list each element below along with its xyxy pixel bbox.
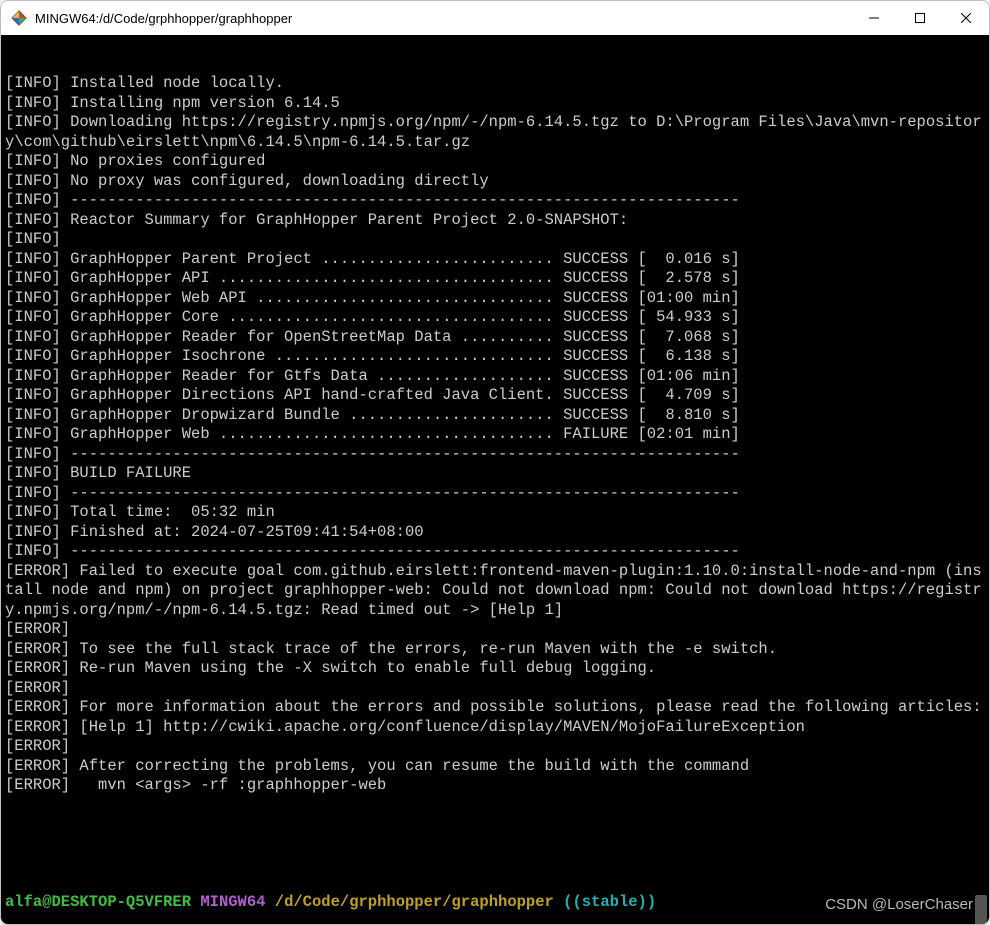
terminal-output: [INFO] Installed node locally.[INFO] Ins…	[5, 74, 985, 796]
log-line-error: [ERROR]	[5, 620, 985, 640]
log-line-info: [INFO] GraphHopper Web API .............…	[5, 289, 985, 309]
app-icon	[11, 10, 27, 26]
maximize-button[interactable]	[897, 1, 943, 35]
log-line-info: [INFO] GraphHopper Reader for Gtfs Data …	[5, 367, 985, 387]
blank-line	[5, 835, 14, 853]
log-line-info: [INFO] No proxy was configured, download…	[5, 172, 985, 192]
close-button[interactable]	[943, 1, 989, 35]
log-line-info: [INFO] GraphHopper Reader for OpenStreet…	[5, 328, 985, 348]
prompt-branch: ((stable))	[563, 893, 656, 911]
prompt-line	[5, 835, 985, 855]
titlebar[interactable]: MINGW64:/d/Code/grphhopper/graphhopper	[1, 1, 989, 35]
scrollbar-thumb[interactable]	[975, 895, 987, 924]
log-line-info: [INFO] Installed node locally.	[5, 74, 985, 94]
log-line-info: [INFO] GraphHopper Web .................…	[5, 425, 985, 445]
log-line-info: [INFO] ---------------------------------…	[5, 484, 985, 504]
log-line-info: [INFO] GraphHopper Dropwizard Bundle ...…	[5, 406, 985, 426]
log-line-error: [ERROR] [Help 1] http://cwiki.apache.org…	[5, 718, 985, 738]
log-line-error: [ERROR]	[5, 737, 985, 757]
log-line-info: [INFO] GraphHopper Core ................…	[5, 308, 985, 328]
log-line-info: [INFO] No proxies configured	[5, 152, 985, 172]
watermark: CSDN @LoserChaser	[825, 895, 973, 915]
log-line-error: [ERROR] Re-run Maven using the -X switch…	[5, 659, 985, 679]
terminal-body[interactable]: [INFO] Installed node locally.[INFO] Ins…	[1, 35, 989, 924]
prompt-path: /d/Code/grphhopper/graphhopper	[275, 893, 554, 911]
log-line-info: [INFO]	[5, 230, 985, 250]
log-line-error: [ERROR] To see the full stack trace of t…	[5, 640, 985, 660]
log-line-info: [INFO] Reactor Summary for GraphHopper P…	[5, 211, 985, 231]
log-line-info: [INFO] GraphHopper Isochrone ...........…	[5, 347, 985, 367]
log-line-info: [INFO] Total time: 05:32 min	[5, 503, 985, 523]
log-line-info: [INFO] GraphHopper Directions API hand-c…	[5, 386, 985, 406]
terminal-window: MINGW64:/d/Code/grphhopper/graphhopper […	[0, 0, 990, 925]
log-line-info: [INFO] ---------------------------------…	[5, 191, 985, 211]
log-line-error: [ERROR] After correcting the problems, y…	[5, 757, 985, 777]
log-line-info: [INFO] GraphHopper Parent Project ......…	[5, 250, 985, 270]
log-line-error: [ERROR]	[5, 679, 985, 699]
log-line-error: [ERROR] mvn <args> -rf :graphhopper-web	[5, 776, 985, 796]
log-line-info: [INFO] Finished at: 2024-07-25T09:41:54+…	[5, 523, 985, 543]
log-line-error: [ERROR] Failed to execute goal com.githu…	[5, 562, 985, 621]
minimize-button[interactable]	[851, 1, 897, 35]
log-line-info: [INFO] ---------------------------------…	[5, 445, 985, 465]
prompt-user: alfa@DESKTOP-Q5VFRER	[5, 893, 191, 911]
prompt-sys: MINGW64	[200, 893, 265, 911]
log-line-info: [INFO] Installing npm version 6.14.5	[5, 94, 985, 114]
log-line-error: [ERROR] For more information about the e…	[5, 698, 985, 718]
log-line-info: [INFO] Downloading https://registry.npmj…	[5, 113, 985, 152]
log-line-info: [INFO] ---------------------------------…	[5, 542, 985, 562]
log-line-info: [INFO] BUILD FAILURE	[5, 464, 985, 484]
log-line-info: [INFO] GraphHopper API .................…	[5, 269, 985, 289]
window-title: MINGW64:/d/Code/grphhopper/graphhopper	[35, 11, 292, 26]
